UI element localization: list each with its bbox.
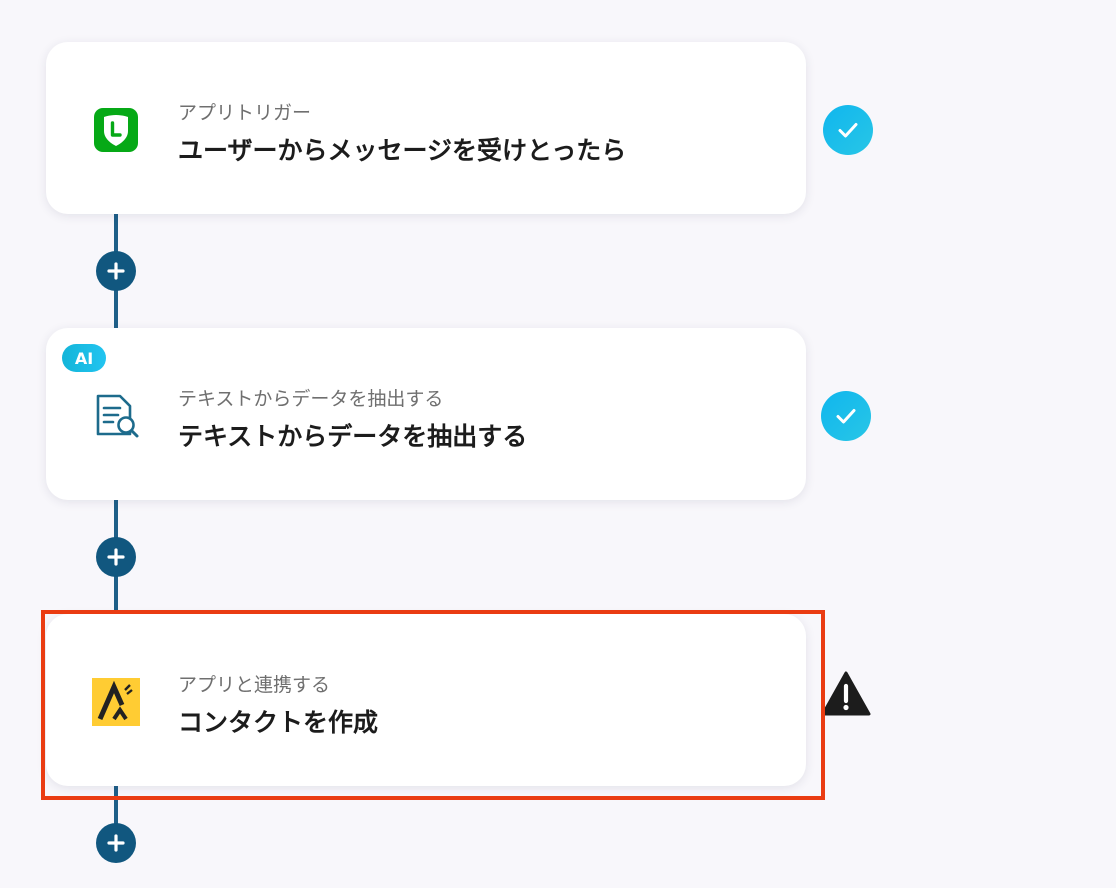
- step-card-create-contact[interactable]: アプリと連携する コンタクトを作成: [46, 614, 806, 786]
- document-search-icon: [90, 390, 142, 442]
- line-app-icon: [90, 104, 142, 156]
- plus-icon: [107, 548, 125, 566]
- ai-badge: AI: [62, 344, 106, 372]
- step-card-ai-extract[interactable]: AI テキストからデータを抽出する テキストからデータを抽出する: [46, 328, 806, 500]
- step-subtitle: アプリと連携する: [178, 674, 331, 696]
- step-subtitle: テキストからデータを抽出する: [178, 388, 444, 410]
- checkmark-icon: [838, 123, 858, 138]
- app-logo-icon: [90, 676, 142, 728]
- add-step-button-1[interactable]: [96, 251, 136, 291]
- plus-icon: [107, 834, 125, 852]
- step-title: ユーザーからメッセージを受けとったら: [178, 136, 627, 165]
- step-subtitle: アプリトリガー: [178, 102, 312, 124]
- step-title: テキストからデータを抽出する: [178, 422, 528, 451]
- step-card-trigger[interactable]: アプリトリガー ユーザーからメッセージを受けとったら: [46, 42, 806, 214]
- checkmark-icon: [836, 409, 856, 424]
- add-step-button-2[interactable]: [96, 537, 136, 577]
- status-complete-icon: [823, 105, 873, 155]
- add-step-button-3[interactable]: [96, 823, 136, 863]
- plus-icon: [107, 262, 125, 280]
- status-complete-icon: [821, 391, 871, 441]
- step-title: コンタクトを作成: [178, 708, 379, 737]
- warning-triangle-icon: [820, 668, 872, 720]
